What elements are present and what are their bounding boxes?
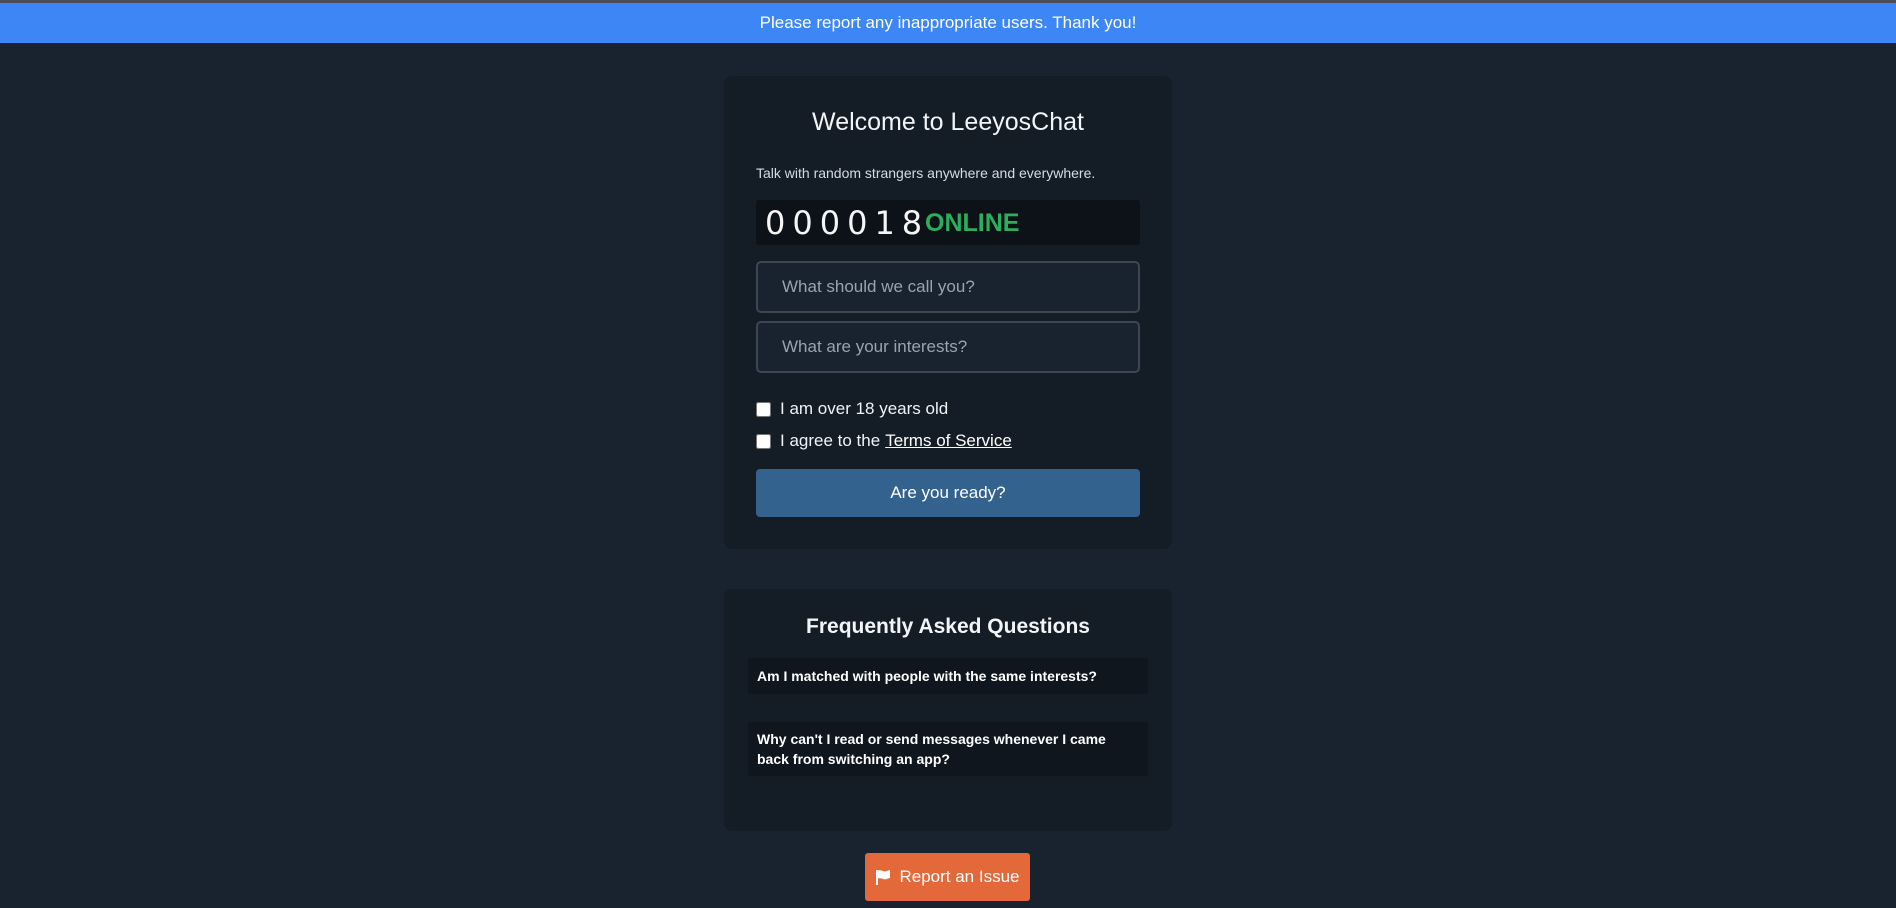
terms-of-service-link[interactable]: Terms of Service bbox=[885, 431, 1012, 451]
faq-title: Frequently Asked Questions bbox=[806, 615, 1090, 638]
interests-input[interactable] bbox=[756, 321, 1140, 373]
faq-item[interactable]: Why can't I read or send messages whenev… bbox=[748, 722, 1148, 776]
flag-icon bbox=[876, 870, 891, 885]
faq-item[interactable]: Am I matched with people with the same i… bbox=[748, 658, 1148, 694]
name-input[interactable] bbox=[756, 261, 1140, 313]
tos-checkbox-row[interactable]: I agree to the Terms of Service bbox=[756, 430, 1012, 452]
report-issue-label: Report an Issue bbox=[899, 867, 1020, 886]
age-checkbox-row[interactable]: I am over 18 years old bbox=[756, 398, 948, 420]
announcement-banner: Please report any inappropriate users. T… bbox=[0, 3, 1896, 43]
age-checkbox-label: I am over 18 years old bbox=[780, 399, 949, 418]
age-checkbox[interactable] bbox=[756, 401, 771, 417]
tos-checkbox[interactable] bbox=[756, 433, 771, 449]
report-issue-button[interactable]: Report an Issue bbox=[865, 853, 1030, 901]
online-count: 000018 bbox=[765, 204, 930, 242]
online-label: ONLINE bbox=[925, 209, 1020, 237]
welcome-title: Welcome to LeeyosChat bbox=[812, 108, 1084, 136]
ready-button[interactable]: Are you ready? bbox=[756, 469, 1140, 517]
tos-checkbox-label: I agree to the bbox=[780, 431, 881, 450]
welcome-subtitle: Talk with random strangers anywhere and … bbox=[756, 165, 1096, 181]
